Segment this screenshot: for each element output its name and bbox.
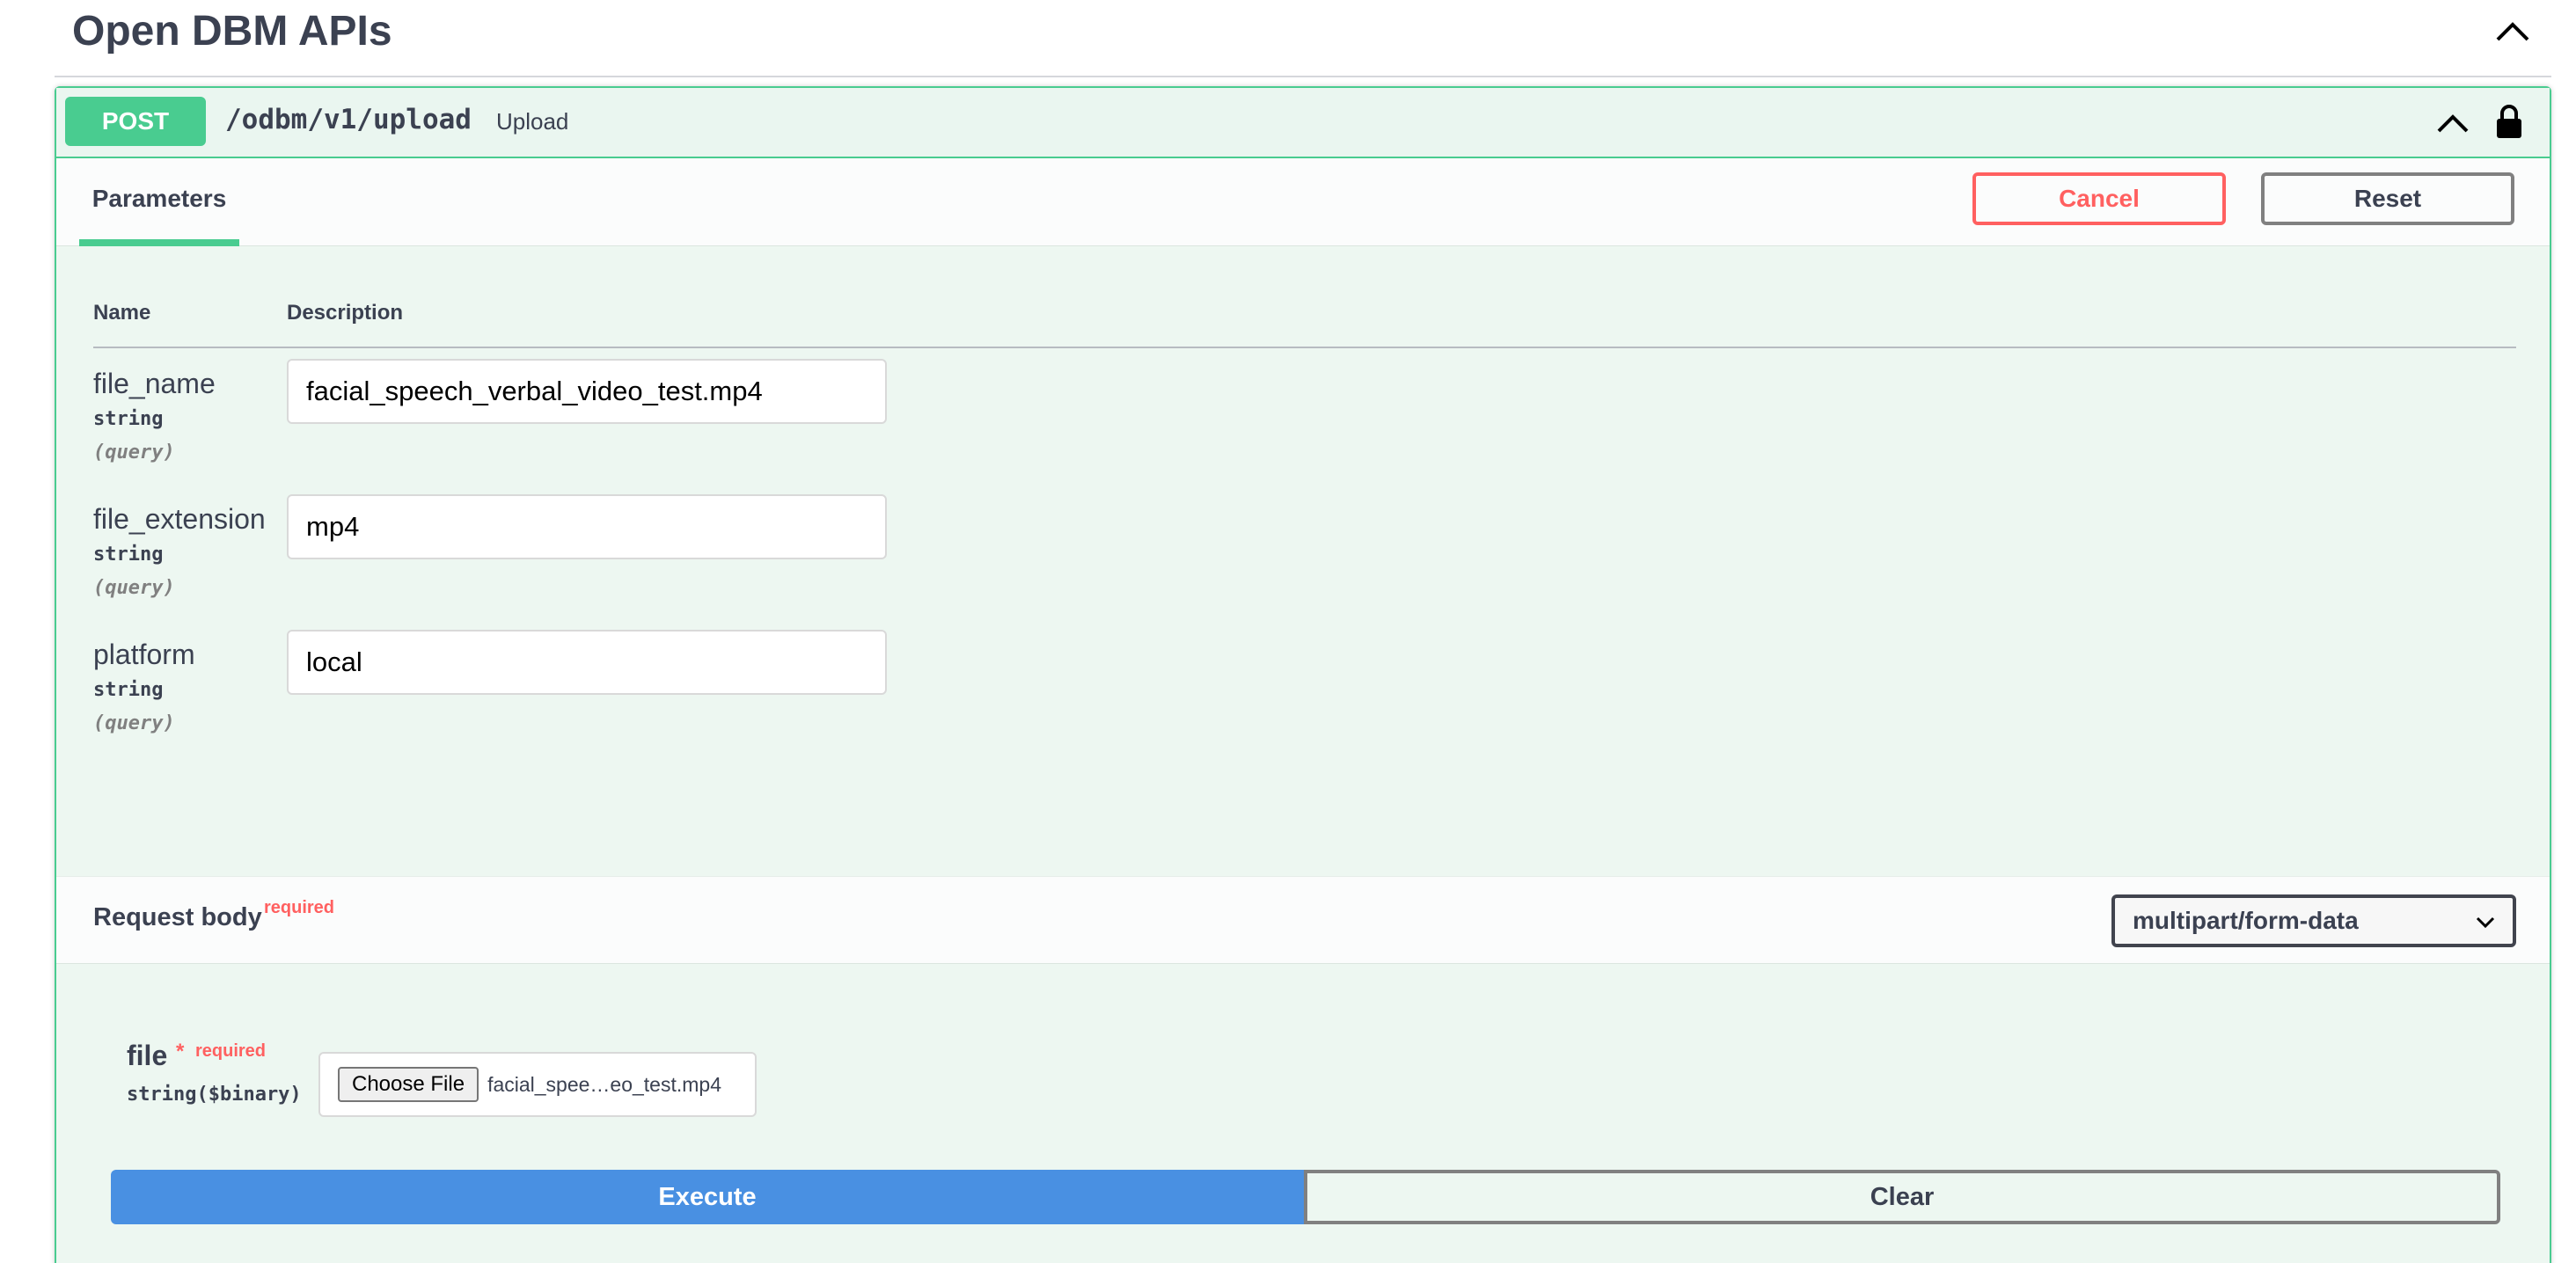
choose-file-button[interactable]: Choose File bbox=[338, 1067, 479, 1102]
reset-button[interactable]: Reset bbox=[2261, 172, 2514, 225]
content-type-select[interactable]: multipart/form-data bbox=[2111, 894, 2516, 947]
parameter-row-file-extension: file_extension string (query) bbox=[93, 494, 2516, 626]
parameter-type: string bbox=[93, 544, 164, 566]
chevron-up-icon[interactable] bbox=[2492, 16, 2534, 47]
tag-header[interactable]: Open DBM APIs bbox=[55, 0, 2551, 77]
file-name-input[interactable] bbox=[287, 359, 887, 424]
parameter-row-platform: platform string (query) bbox=[93, 630, 2516, 762]
required-badge: required bbox=[195, 1041, 267, 1061]
file-field-label: file bbox=[127, 1040, 168, 1071]
operation-path: /odbm/v1/upload bbox=[225, 104, 472, 135]
parameter-location: (query) bbox=[93, 712, 175, 734]
column-header-description: Description bbox=[287, 301, 404, 325]
execute-button[interactable]: Execute bbox=[111, 1170, 1304, 1224]
parameter-name: file_name bbox=[93, 368, 216, 399]
required-badge: required bbox=[264, 898, 335, 917]
operation-block: POST /odbm/v1/upload Upload Parameters N… bbox=[55, 86, 2551, 1263]
operation-summary-text: Upload bbox=[496, 108, 569, 135]
operation-summary[interactable]: POST /odbm/v1/upload Upload bbox=[56, 88, 2550, 158]
parameter-location: (query) bbox=[93, 577, 175, 599]
tag-title: Open DBM APIs bbox=[72, 8, 392, 55]
request-body-header: Request body required multipart/form-dat… bbox=[56, 876, 2550, 964]
parameter-type: string bbox=[93, 679, 164, 701]
chevron-down-icon bbox=[2476, 907, 2495, 935]
table-divider bbox=[93, 347, 2516, 348]
chosen-file-name: facial_spee…eo_test.mp4 bbox=[487, 1072, 721, 1096]
request-body-title: Request body bbox=[93, 903, 262, 931]
parameter-name: platform bbox=[93, 639, 195, 670]
tab-parameters[interactable]: Parameters bbox=[79, 158, 239, 246]
chevron-up-icon[interactable] bbox=[2432, 106, 2474, 141]
content-type-value: multipart/form-data bbox=[2133, 907, 2359, 934]
cancel-button[interactable]: Cancel bbox=[1972, 172, 2226, 225]
file-field-type: string($binary) bbox=[127, 1084, 302, 1106]
method-badge: POST bbox=[65, 97, 206, 146]
parameter-row-file-name: file_name string (query) bbox=[93, 359, 2516, 491]
lock-icon[interactable] bbox=[2492, 100, 2527, 142]
file-input[interactable]: Choose File facial_spee…eo_test.mp4 bbox=[318, 1052, 757, 1117]
parameter-location: (query) bbox=[93, 442, 175, 464]
file-extension-input[interactable] bbox=[287, 494, 887, 559]
parameter-name: file_extension bbox=[93, 503, 266, 535]
parameter-type: string bbox=[93, 408, 164, 430]
required-star: * bbox=[176, 1040, 185, 1063]
clear-button[interactable]: Clear bbox=[1304, 1170, 2500, 1224]
column-header-name: Name bbox=[93, 301, 151, 325]
platform-input[interactable] bbox=[287, 630, 887, 695]
